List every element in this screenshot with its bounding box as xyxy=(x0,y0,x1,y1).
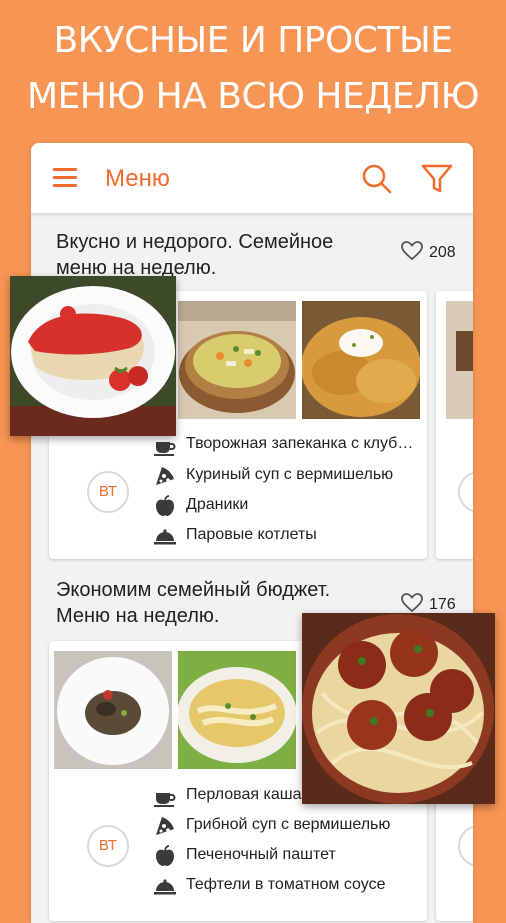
meal-name: Творожная запеканка с клуб… xyxy=(186,435,414,452)
meal-name: Печеночный паштет xyxy=(186,846,336,863)
dish-photo xyxy=(446,301,473,419)
filter-icon[interactable] xyxy=(420,163,454,195)
meal-name: Грибной суп с вермишелью xyxy=(186,816,391,833)
day-badge[interactable]: ВТ xyxy=(87,471,129,513)
page-title: Меню xyxy=(105,165,170,192)
featured-photo-casserole xyxy=(10,276,176,436)
app-bar: Меню xyxy=(31,143,473,213)
cloche-icon xyxy=(154,525,176,547)
meal-name: Куриный суп с вермишелью xyxy=(186,466,394,483)
pizza-slice-icon xyxy=(154,465,176,487)
heart-icon[interactable] xyxy=(401,241,429,261)
menu-card-next[interactable] xyxy=(436,291,473,559)
apple-icon xyxy=(154,495,176,517)
apple-icon xyxy=(154,845,176,867)
pizza-slice-icon xyxy=(154,815,176,837)
cloche-icon xyxy=(154,875,176,897)
meal-name: Перловая каша xyxy=(186,786,302,803)
likes-counter[interactable]: 208 xyxy=(401,241,456,262)
app-screen: Меню Вкусно и недорого. Семейное меню на… xyxy=(31,143,473,923)
meal-name: Тефтели в томатном соусе xyxy=(186,876,386,893)
dish-photo-soup xyxy=(178,301,296,419)
likes-count: 176 xyxy=(429,596,456,613)
day-badge[interactable] xyxy=(458,825,473,867)
coffee-cup-icon xyxy=(154,434,176,456)
dish-photo-barley xyxy=(54,651,172,769)
meal-name: Паровые котлеты xyxy=(186,526,317,543)
hamburger-menu-icon[interactable] xyxy=(53,168,77,188)
meal-name: Драники xyxy=(186,496,249,513)
heart-icon[interactable] xyxy=(401,593,429,613)
menu-title[interactable]: Вкусно и недорого. Семейное меню на неде… xyxy=(56,229,376,281)
featured-photo-meatballs xyxy=(302,613,495,804)
coffee-cup-icon xyxy=(154,785,176,807)
day-badge[interactable] xyxy=(458,471,473,513)
promo-headline-line1: ВКУСНЫЕ И ПРОСТЫЕ xyxy=(53,20,453,61)
search-icon[interactable] xyxy=(361,163,393,195)
promo-headline-line2: МЕНЮ НА ВСЮ НЕДЕЛЮ xyxy=(26,76,480,117)
day-badge[interactable]: ВТ xyxy=(87,825,129,867)
likes-counter[interactable]: 176 xyxy=(401,593,456,614)
dish-photo-draniki xyxy=(302,301,420,419)
likes-count: 208 xyxy=(429,244,456,261)
dish-photo-mushroom-soup xyxy=(178,651,296,769)
